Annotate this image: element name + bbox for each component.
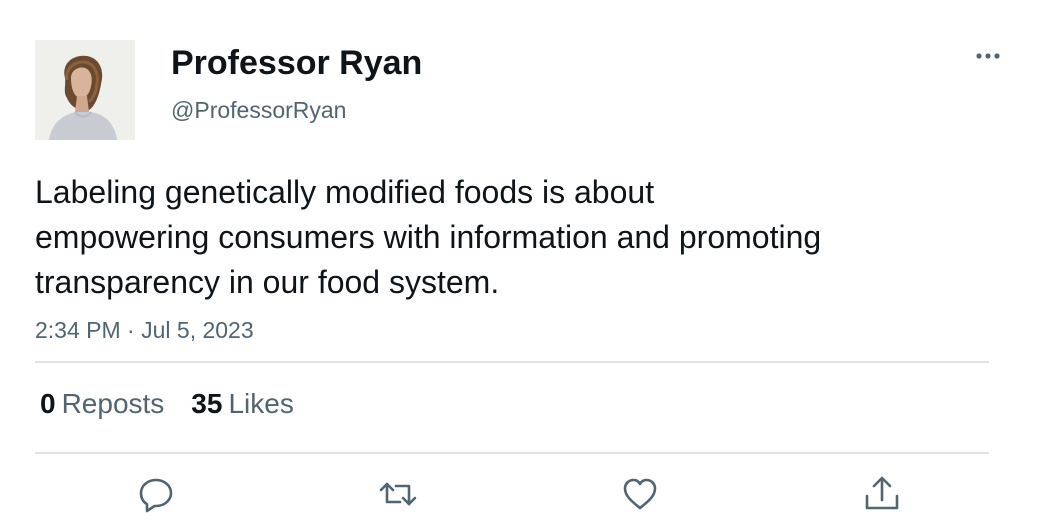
reposts-count: 0 [40, 388, 56, 419]
share-button[interactable] [862, 474, 902, 514]
repost-icon [379, 482, 417, 506]
author-handle[interactable]: @ProfessorRyan [171, 95, 346, 125]
tweet-time: 2:34 PM [35, 317, 121, 343]
like-icon [623, 478, 657, 510]
tweet-text-line: empowering consumers with information an… [35, 219, 822, 255]
timestamp-separator: · [127, 317, 135, 343]
reply-button[interactable] [136, 474, 176, 514]
divider [35, 452, 989, 454]
tweet-timestamp[interactable]: 2:34 PM · Jul 5, 2023 [35, 314, 254, 346]
tweet-text-line: transparency in our food system. [35, 264, 500, 300]
likes-label: Likes [228, 388, 294, 419]
avatar-photo [35, 40, 135, 140]
likes-count: 35 [191, 388, 223, 419]
reposts-label: Reposts [61, 388, 165, 419]
repost-button[interactable] [378, 474, 418, 514]
reposts-stat[interactable]: 0 Reposts [40, 386, 164, 422]
author-display-name[interactable]: Professor Ryan [171, 42, 422, 84]
engagement-stats: 0 Reposts 35 Likes [40, 386, 294, 422]
like-button[interactable] [620, 474, 660, 514]
reply-icon [139, 478, 173, 513]
more-options-button[interactable] [970, 42, 1006, 70]
likes-stat[interactable]: 35 Likes [191, 386, 294, 422]
share-icon [865, 476, 899, 510]
divider [35, 361, 989, 363]
tweet-text-line: Labeling genetically modified foods is a… [35, 174, 655, 210]
tweet-card: Professor Ryan @ProfessorRyan Labeling g… [0, 0, 1050, 525]
avatar[interactable] [35, 40, 135, 140]
tweet-text: Labeling genetically modified foods is a… [35, 170, 955, 305]
tweet-date: Jul 5, 2023 [141, 317, 254, 343]
more-dots-icon [976, 53, 1000, 59]
